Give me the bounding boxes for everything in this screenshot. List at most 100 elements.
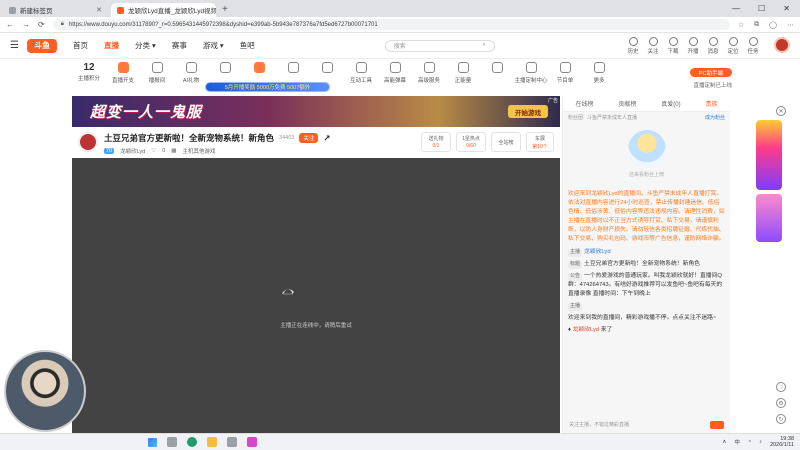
toolbar-item[interactable]	[242, 62, 276, 76]
wallet-icon	[117, 62, 129, 73]
room-title: 土豆兄弟官方更新啦！全新宠物系统！新角色	[104, 133, 275, 143]
main-nav: 首页 直播 分类 ▾ 赛事 游戏 ▾ 鱼吧	[73, 40, 255, 51]
maximize-icon[interactable]: ☐	[758, 4, 765, 13]
settings-side-icon[interactable]: ⚙	[776, 398, 786, 408]
toolbar-item[interactable]: 互动工具	[344, 62, 378, 84]
chat-input[interactable]: 关注主播，不错过精彩直播	[569, 419, 719, 429]
search-input[interactable]: 搜索 ⌕	[384, 39, 495, 52]
nav-events[interactable]: 赛事	[172, 40, 187, 51]
forward-icon[interactable]: →	[22, 20, 30, 29]
toolbar-item[interactable]: 节目单	[548, 62, 582, 84]
tray-chevron-icon[interactable]: ∧	[722, 439, 726, 445]
network-icon[interactable]: ◔	[748, 439, 751, 445]
gift-side-icon[interactable]: ♡	[776, 382, 786, 392]
toolbar-item[interactable]: 高能弹幕	[378, 62, 412, 84]
toolbar-item[interactable]: 主播定制中心	[514, 62, 548, 84]
follow-list-button[interactable]: 关注	[646, 36, 660, 55]
nav-yuba[interactable]: 鱼吧	[240, 40, 255, 51]
close-widget-icon[interactable]: ✕	[776, 106, 786, 116]
nav-category[interactable]: 分类 ▾	[135, 40, 156, 51]
pc-assistant-button[interactable]: PC助手端	[690, 68, 732, 77]
follow-button[interactable]: 关注	[299, 133, 319, 143]
browser-tab-douyu[interactable]: 龙颖欣Lyd直播_龙颖欣Lyd视频_斗鱼直播 ✕	[111, 3, 216, 17]
toolbar-more[interactable]: 更多	[582, 62, 616, 84]
search-placeholder: 搜索	[393, 44, 406, 50]
refresh-side-icon[interactable]: ↻	[776, 414, 786, 424]
new-tab-button[interactable]: +	[222, 4, 228, 15]
download-button[interactable]: 下载	[666, 36, 680, 55]
profile-icon[interactable]: ◯	[769, 21, 777, 29]
url-field[interactable]: 🔒︎ https://www.douyu.com/3117890?_r=0.59…	[52, 19, 730, 30]
promo-banner[interactable]: 5月开播奖励 5000万免费 5007额外	[205, 82, 330, 92]
back-icon[interactable]: ←	[6, 20, 14, 29]
toolbar-item[interactable]: AI礼物	[174, 62, 208, 84]
hamburger-icon[interactable]: ☰	[10, 40, 19, 51]
extensions-icon[interactable]: ⧉	[754, 21, 759, 29]
tab-noble[interactable]: 贵族	[705, 99, 717, 108]
streamer-name[interactable]: 龙颖欣Lyd	[120, 147, 145, 155]
tab-contribution[interactable]: 贡献榜	[618, 99, 636, 108]
hot-stat[interactable]: 1星热点 0/60	[456, 132, 486, 152]
toolbar-item[interactable]: 高级服务	[412, 62, 446, 84]
score-value: 12	[83, 62, 95, 73]
toolbar-item[interactable]	[276, 62, 310, 76]
start-icon[interactable]	[148, 437, 157, 447]
minimize-icon[interactable]: —	[732, 4, 740, 13]
room-sub: 70 龙颖欣Lyd ♡ 0 ▦ 主机其他游戏	[104, 147, 330, 155]
browser-tab-newtab[interactable]: 新建标签页 ✕	[3, 3, 108, 17]
location-icon	[728, 36, 738, 46]
messages-button[interactable]: 消息	[706, 36, 720, 55]
history-button[interactable]: 历史	[626, 36, 640, 55]
nav-games[interactable]: 游戏 ▾	[203, 40, 224, 51]
loading-spinner-icon	[282, 289, 294, 295]
douyu-logo[interactable]: 斗鱼	[26, 38, 57, 53]
streamer-avatar[interactable]	[78, 132, 98, 152]
volume-icon[interactable]: ♪	[759, 439, 762, 445]
user-avatar[interactable]	[774, 36, 790, 53]
toolbar-item[interactable]	[480, 62, 514, 76]
toolbar-score[interactable]: 12 主播积分	[72, 62, 106, 82]
toolbar-item[interactable]: 直播开支	[106, 62, 140, 84]
site-rank-button[interactable]: 全站榜	[491, 132, 521, 152]
like-icon[interactable]: ♡	[151, 148, 156, 154]
menu-icon[interactable]: ⋯	[787, 21, 794, 29]
app-taskbar-icon[interactable]	[227, 437, 237, 447]
toolbar-item[interactable]	[208, 62, 242, 76]
ad-start-game-button[interactable]: 开始游戏	[508, 105, 548, 118]
nav-live[interactable]: 直播	[104, 40, 119, 51]
car-show-stat[interactable]: 车展 第10个	[526, 132, 554, 152]
ime-indicator[interactable]: 中	[734, 438, 740, 446]
send-button[interactable]	[710, 421, 724, 429]
tab-true-love[interactable]: 真爱(0)	[661, 99, 680, 108]
toolbar-item[interactable]	[310, 62, 344, 76]
location-button[interactable]: 定位	[726, 36, 740, 55]
video-player[interactable]: 主播正在连线中，请稍后重试	[72, 158, 560, 433]
nav-home[interactable]: 首页	[73, 40, 88, 51]
event-widget[interactable]	[756, 120, 782, 190]
pc-assistant-subtitle: 直播定制已上线	[693, 83, 732, 89]
browser-taskbar-icon[interactable]	[187, 437, 197, 447]
streaming-app-taskbar-icon[interactable]	[247, 437, 257, 447]
become-fan-link[interactable]: 成为粉丝	[705, 114, 725, 121]
activity-widget[interactable]	[756, 194, 782, 242]
star-icon[interactable]: ☆	[738, 21, 744, 29]
share-icon[interactable]: ↗	[323, 133, 330, 144]
fan-rank-bar: 粉丝团 斗鱼严禁未成年人直播 成为粉丝	[563, 112, 730, 122]
tab-online-rank[interactable]: 在线榜	[575, 99, 593, 108]
folder-taskbar-icon[interactable]	[207, 437, 217, 447]
close-window-icon[interactable]: ✕	[783, 4, 790, 13]
toolbar-item[interactable]: 播报间	[140, 62, 174, 84]
gift-stat[interactable]: 送礼物 0/1	[421, 132, 451, 152]
close-tab-icon[interactable]: ✕	[96, 6, 102, 14]
search-icon[interactable]: ⌕	[482, 42, 485, 49]
window-controls: — ☐ ✕	[722, 4, 800, 17]
start-stream-button[interactable]: 开播	[686, 36, 700, 55]
ad-banner[interactable]: 超变一人一鬼服 广告 开始游戏	[72, 96, 560, 127]
search-taskbar-icon[interactable]	[167, 437, 177, 447]
tasks-button[interactable]: 任务	[746, 36, 760, 55]
reload-icon[interactable]: ⟳	[38, 20, 45, 29]
camera-icon	[688, 36, 698, 46]
toolbar-item[interactable]: 正能量	[446, 62, 480, 84]
clock[interactable]: 19:38 2026/1/11	[770, 436, 794, 448]
room-category[interactable]: 主机其他游戏	[183, 147, 216, 155]
